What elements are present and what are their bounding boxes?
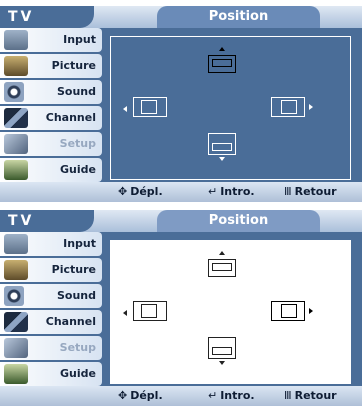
menu-item-guide[interactable]: Guide: [0, 158, 102, 182]
arrow-right-icon: [309, 308, 313, 314]
picture-frame-icon: [141, 100, 157, 114]
arrow-right-icon: [309, 104, 313, 110]
osd-screen-2: TV Position Input Picture Sound Channel …: [0, 210, 362, 406]
move-icon: ✥: [118, 185, 128, 198]
arrow-up-icon: [219, 47, 225, 51]
side-menu: Input Picture Sound Channel Setup Guide: [0, 232, 104, 388]
menu-item-label: Picture: [51, 263, 96, 276]
input-icon: [4, 30, 28, 50]
sound-icon: [4, 82, 24, 102]
input-icon: [4, 234, 28, 254]
menu-item-label: Setup: [59, 341, 96, 354]
menu-item-label: Input: [63, 33, 96, 46]
top-bar: TV Position: [0, 210, 362, 232]
tv-label: TV: [0, 6, 94, 28]
menu-item-channel[interactable]: Channel: [0, 106, 102, 130]
menu-item-picture[interactable]: Picture: [0, 54, 102, 78]
osd-screen-1: TV Position Input Picture Sound Channel …: [0, 6, 362, 202]
footer-move: ✥ Dépl.: [118, 182, 163, 202]
menu-item-sound[interactable]: Sound: [0, 284, 102, 308]
footer-move: ✥ Dépl.: [118, 386, 163, 406]
enter-icon: ↵: [208, 185, 218, 198]
menu-item-label: Picture: [51, 59, 96, 72]
tv-label: TV: [0, 210, 94, 232]
picture-frame-icon: [212, 143, 232, 151]
picture-frame-icon: [212, 347, 232, 355]
picture-frame-icon: [141, 304, 157, 318]
page-title: Position: [157, 210, 320, 232]
menu-item-picture[interactable]: Picture: [0, 258, 102, 282]
picture-frame-icon: [212, 59, 232, 67]
move-icon: ✥: [118, 389, 128, 402]
footer-enter: ↵ Intro.: [208, 386, 255, 406]
menu-item-channel[interactable]: Channel: [0, 310, 102, 334]
footer-enter: ↵ Intro.: [208, 182, 255, 202]
menu-item-label: Guide: [60, 367, 96, 380]
menu-item-guide[interactable]: Guide: [0, 362, 102, 386]
menu-item-label: Sound: [56, 85, 96, 98]
position-panel: [110, 36, 351, 180]
bottom-bar: ✥ Dépl. ↵ Intro. Ⅲ Retour: [0, 182, 362, 202]
arrow-left-icon: [123, 310, 127, 316]
menu-item-input[interactable]: Input: [0, 28, 102, 52]
side-menu: Input Picture Sound Channel Setup Guide: [0, 28, 104, 184]
bottom-bar: ✥ Dépl. ↵ Intro. Ⅲ Retour: [0, 386, 362, 406]
position-panel: [110, 240, 351, 384]
picture-frame-icon: [281, 100, 297, 114]
top-bar: TV Position: [0, 6, 362, 28]
guide-icon: [4, 160, 28, 180]
arrow-left-icon: [123, 106, 127, 112]
footer-return: Ⅲ Retour: [284, 182, 337, 202]
menu-item-label: Guide: [60, 163, 96, 176]
footer-return: Ⅲ Retour: [284, 386, 337, 406]
arrow-down-icon: [219, 361, 225, 365]
menu-item-sound[interactable]: Sound: [0, 80, 102, 104]
menu-item-setup[interactable]: Setup: [0, 132, 102, 156]
picture-frame-icon: [212, 263, 232, 271]
arrow-down-icon: [219, 157, 225, 161]
setup-icon: [4, 338, 28, 358]
menu-item-label: Sound: [56, 289, 96, 302]
setup-icon: [4, 134, 28, 154]
menu-item-label: Setup: [59, 137, 96, 150]
menu-item-label: Channel: [45, 111, 96, 124]
sound-icon: [4, 286, 24, 306]
arrow-up-icon: [219, 251, 225, 255]
page-title: Position: [157, 6, 320, 28]
menu-item-input[interactable]: Input: [0, 232, 102, 256]
channel-icon: [4, 108, 28, 128]
menu-item-label: Channel: [45, 315, 96, 328]
return-icon: Ⅲ: [284, 389, 292, 402]
guide-icon: [4, 364, 28, 384]
enter-icon: ↵: [208, 389, 218, 402]
channel-icon: [4, 312, 28, 332]
picture-icon: [4, 56, 28, 76]
return-icon: Ⅲ: [284, 185, 292, 198]
menu-item-label: Input: [63, 237, 96, 250]
picture-frame-icon: [281, 304, 297, 318]
picture-icon: [4, 260, 28, 280]
menu-item-setup[interactable]: Setup: [0, 336, 102, 360]
